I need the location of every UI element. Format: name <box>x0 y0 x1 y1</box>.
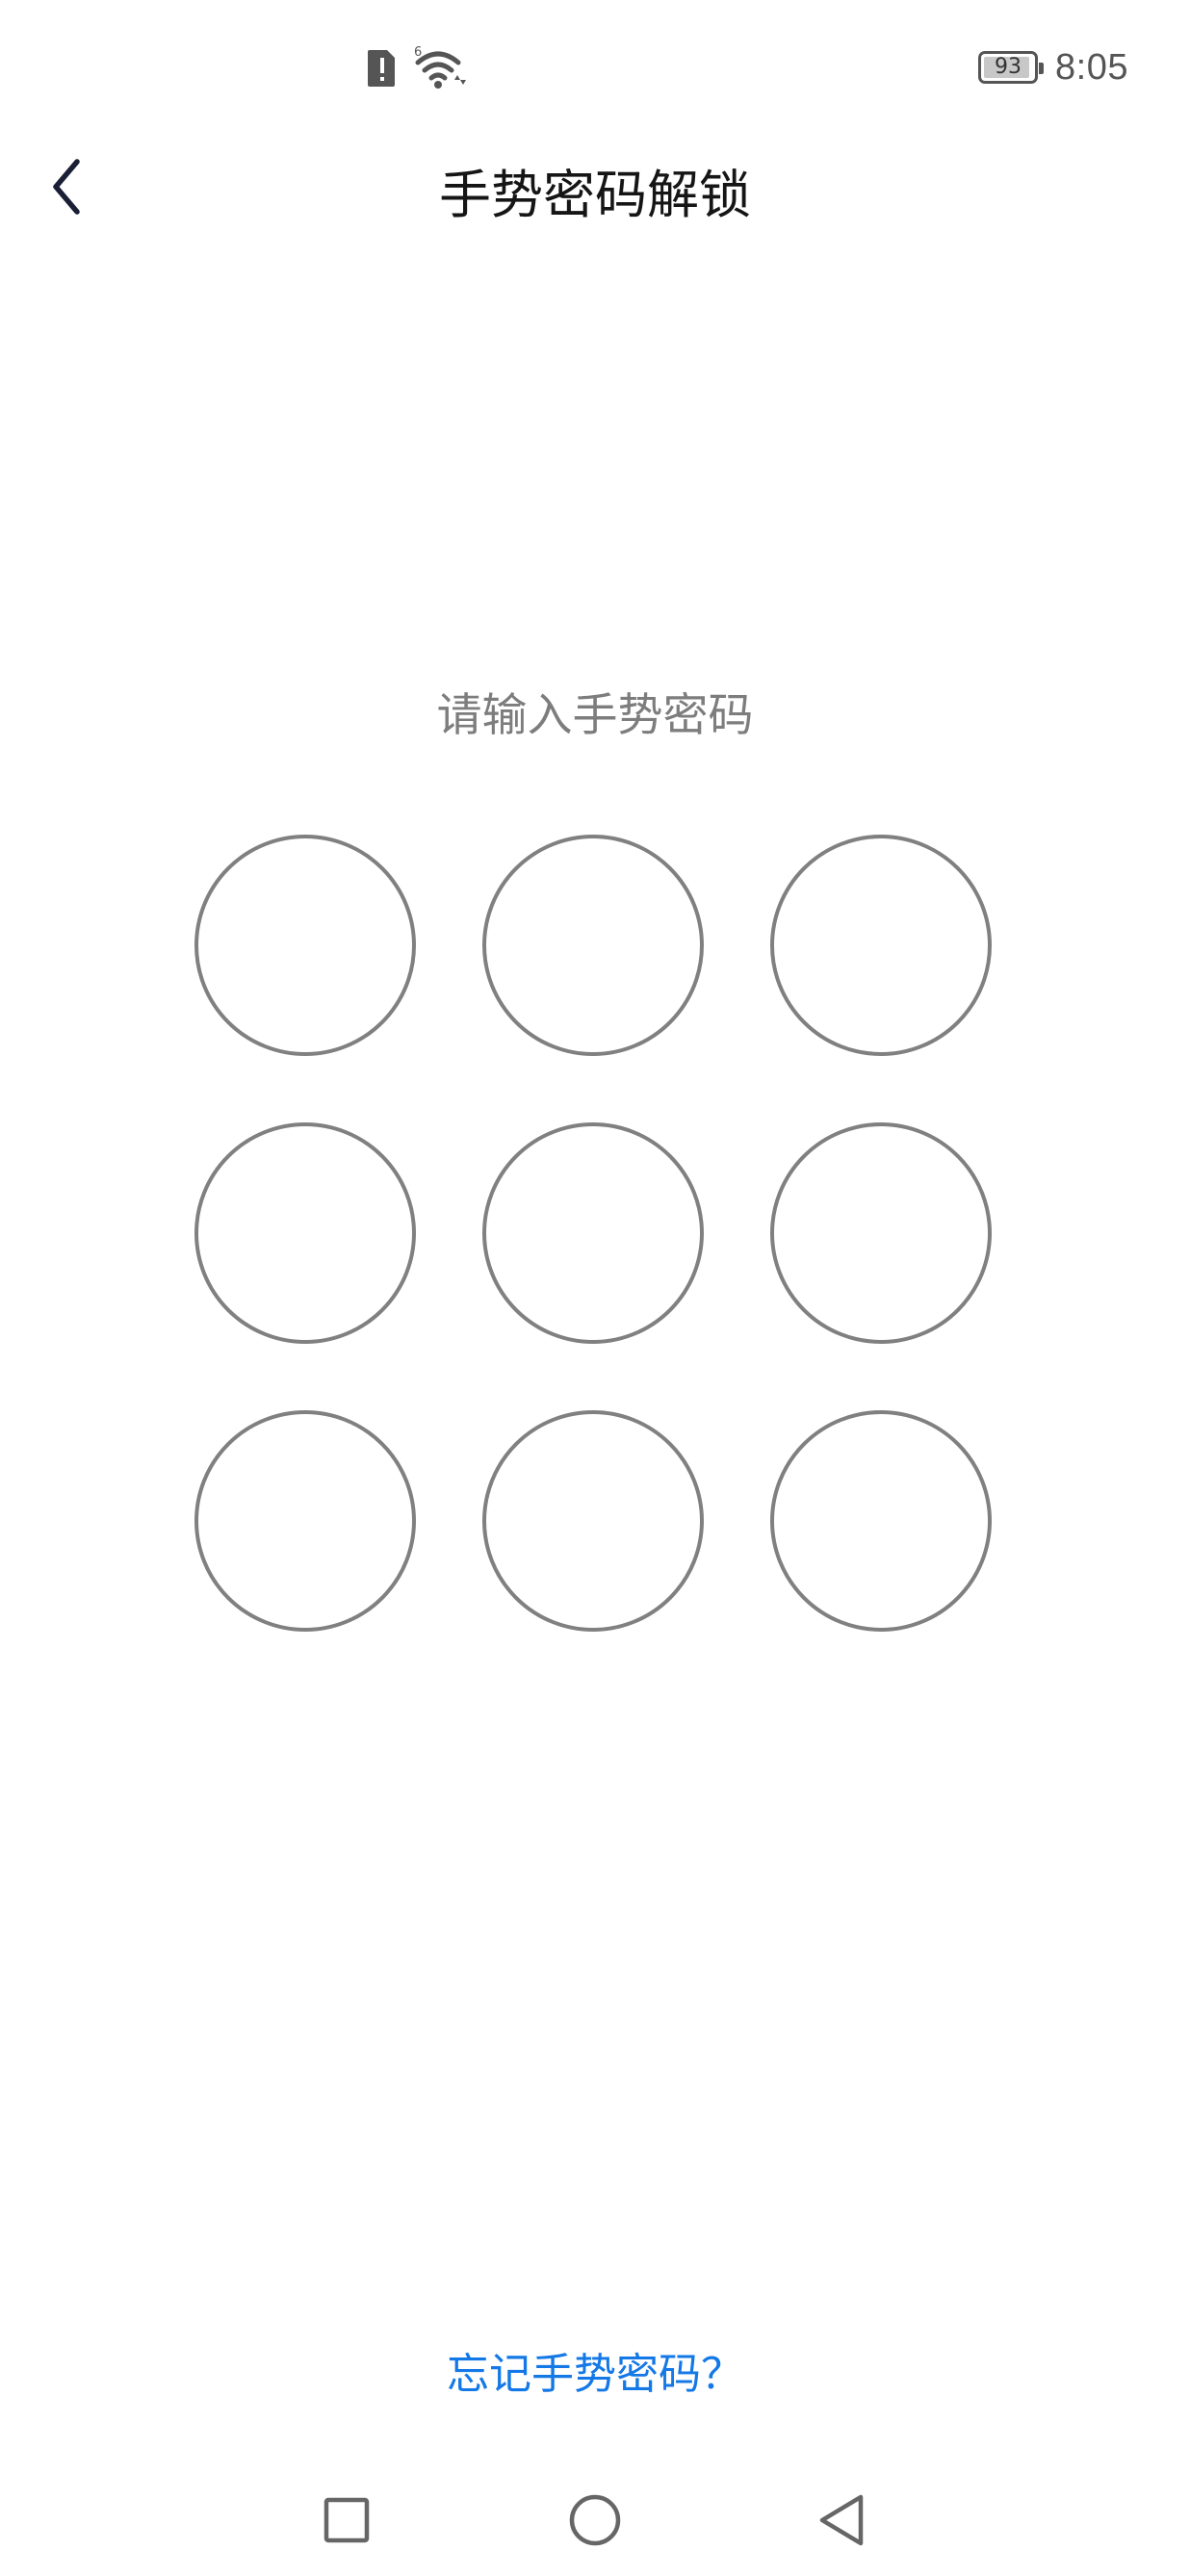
nav-back-button[interactable] <box>805 2482 882 2559</box>
pattern-dot-7[interactable] <box>194 1410 416 1632</box>
pattern-dot-9[interactable] <box>770 1410 992 1632</box>
forgot-gesture-link[interactable]: 忘记手势密码？ <box>0 2339 1190 2401</box>
pattern-dot-8[interactable] <box>482 1410 704 1632</box>
sim-alert-icon <box>368 50 395 87</box>
status-bar: 6 93 8:05 <box>0 0 1190 135</box>
pattern-dot-2[interactable] <box>482 835 704 1056</box>
home-button[interactable] <box>556 2482 634 2559</box>
recent-apps-icon <box>323 2497 370 2543</box>
battery-cap <box>1039 63 1045 74</box>
gesture-prompt: 请输入手势密码 <box>436 689 754 742</box>
status-icons-right: 93 8:05 <box>978 39 1128 96</box>
system-nav-bar <box>0 2464 1190 2576</box>
pattern-lock-grid[interactable] <box>194 835 996 1636</box>
pattern-dot-3[interactable] <box>770 835 992 1056</box>
recent-apps-button[interactable] <box>308 2482 385 2559</box>
pattern-dot-4[interactable] <box>194 1122 416 1344</box>
app-header: 手势密码解锁 <box>0 135 1190 241</box>
status-time: 8:05 <box>1055 46 1128 88</box>
battery-icon: 93 <box>978 51 1045 84</box>
battery-level: 93 <box>995 55 1022 79</box>
pattern-dot-5[interactable] <box>482 1122 704 1344</box>
back-triangle-icon <box>819 2494 864 2546</box>
pattern-dot-6[interactable] <box>770 1122 992 1344</box>
home-icon <box>569 2494 621 2546</box>
status-icons-center: 6 <box>366 39 470 96</box>
pattern-dot-1[interactable] <box>194 835 416 1056</box>
wifi-icon: 6 <box>414 45 466 89</box>
page-title: 手势密码解锁 <box>439 165 751 225</box>
